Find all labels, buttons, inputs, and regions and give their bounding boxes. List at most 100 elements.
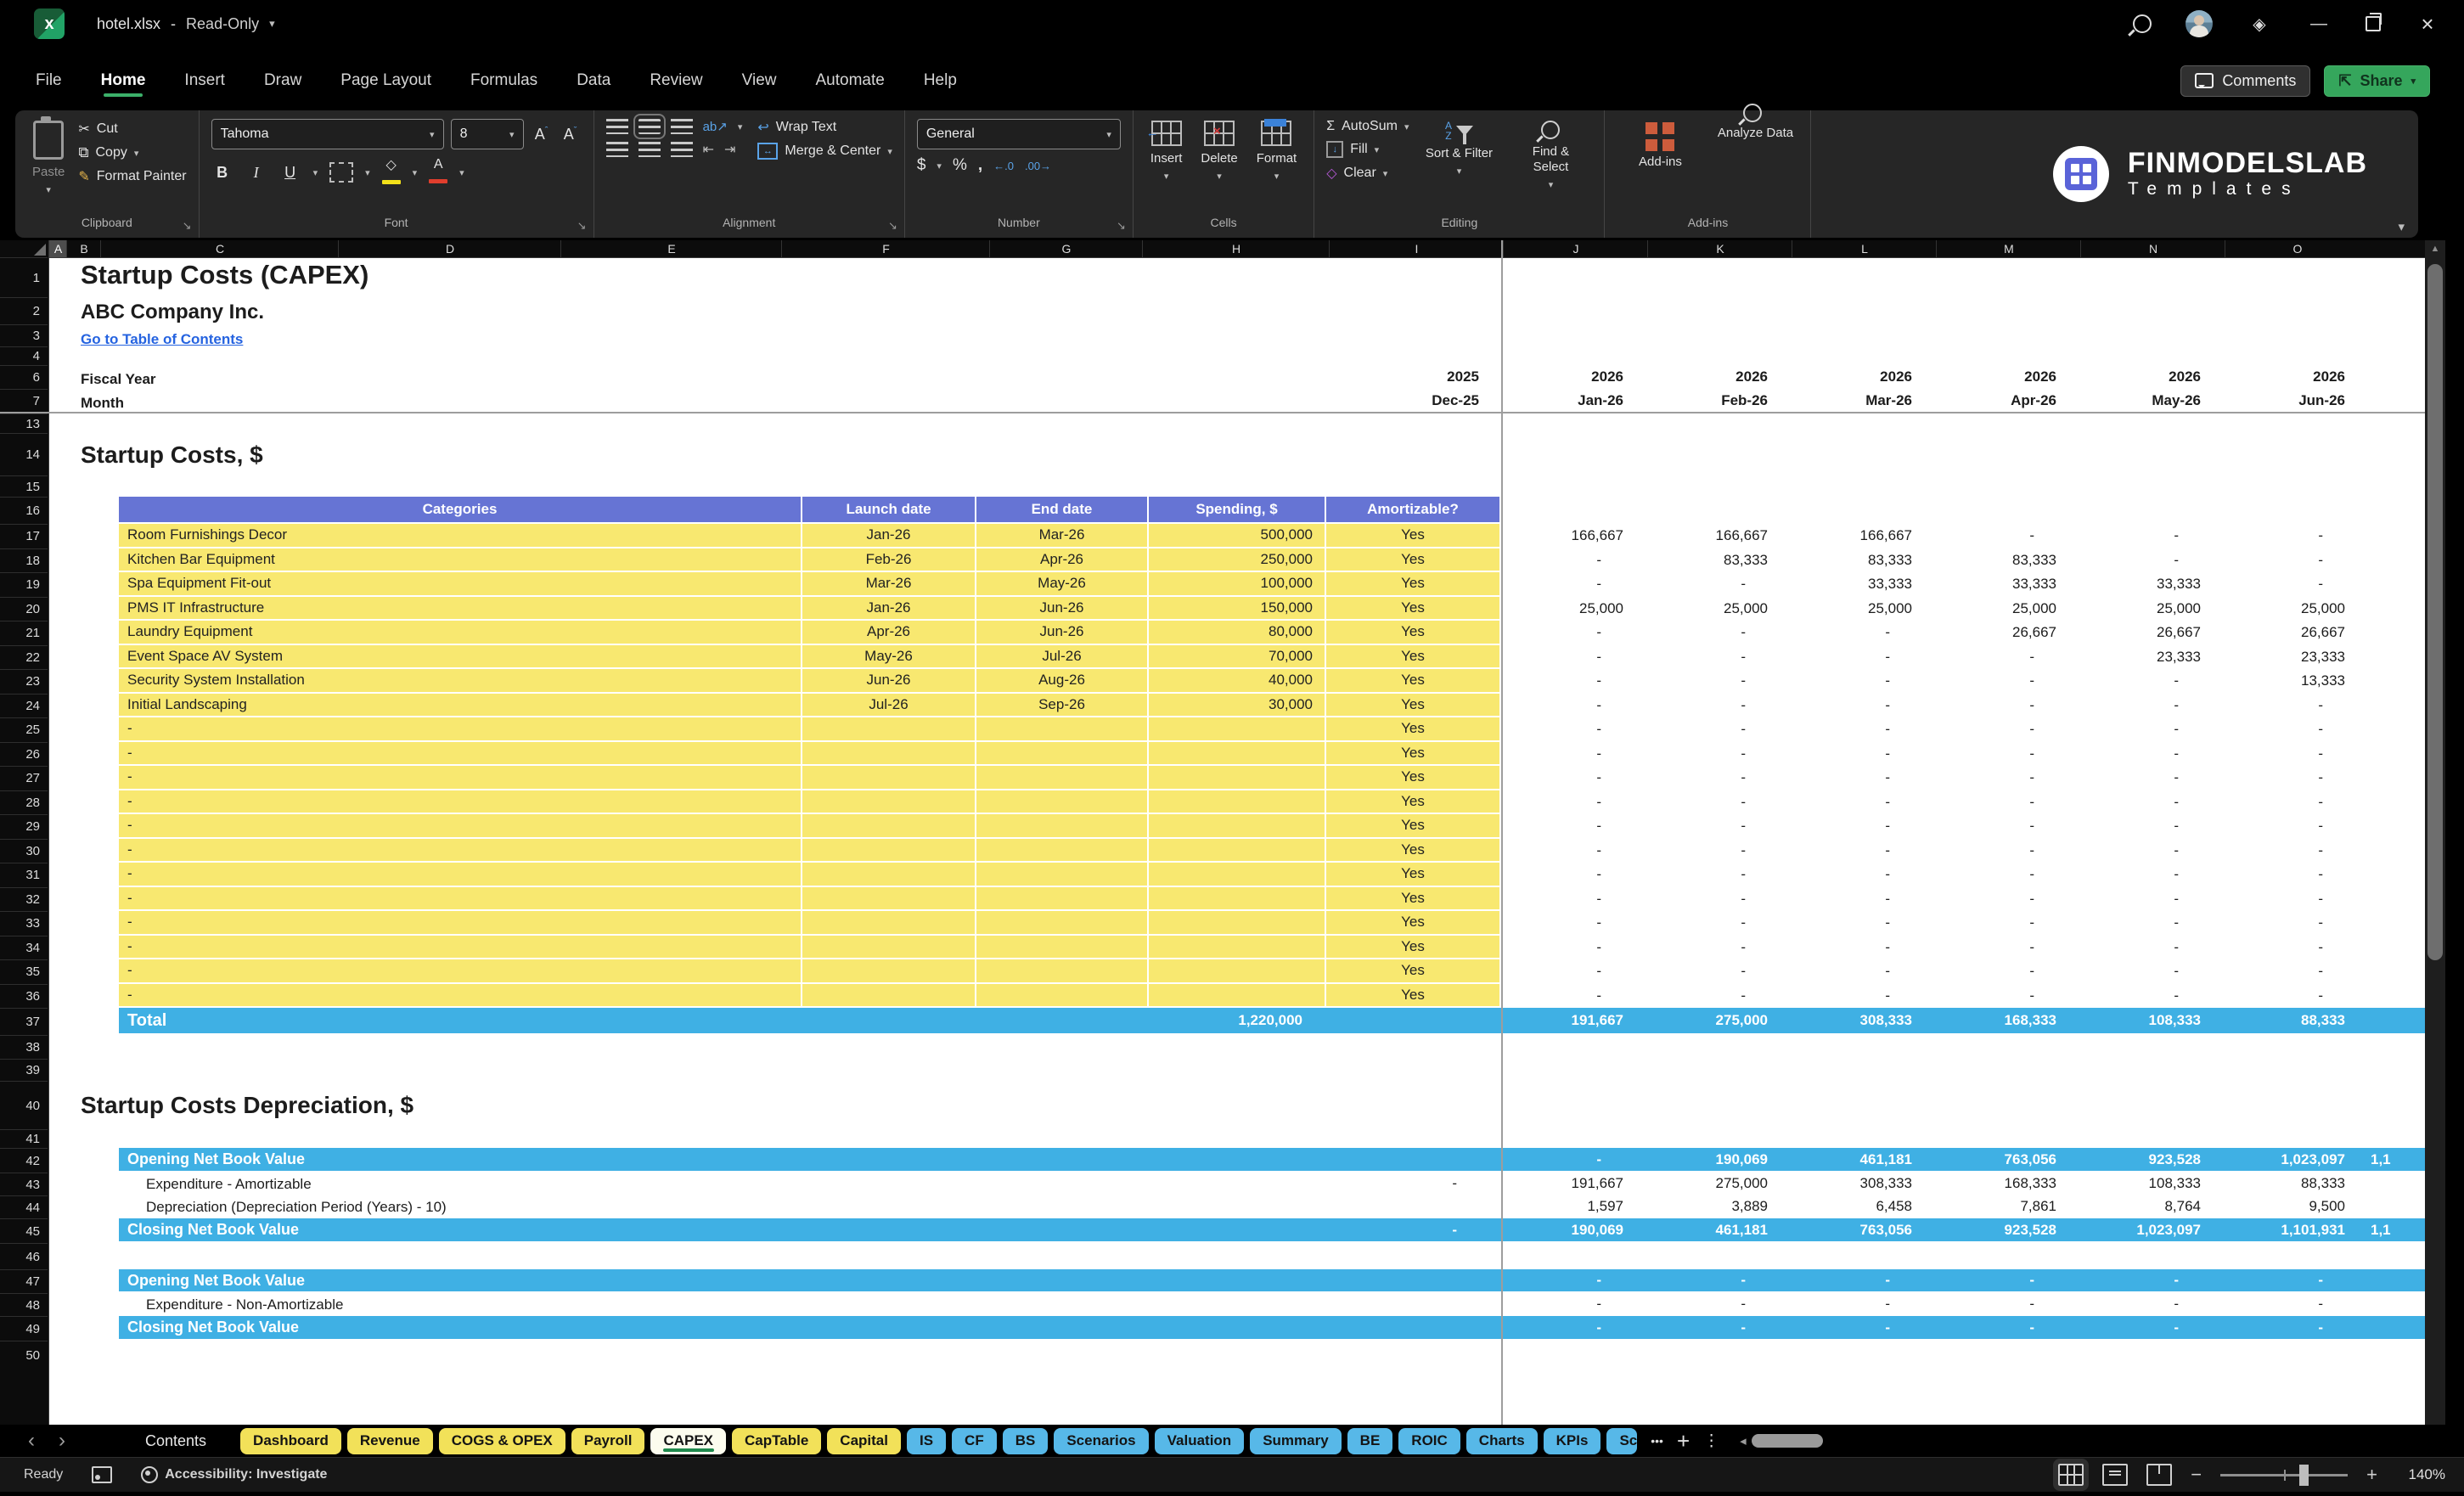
font-name-combo[interactable]: Tahoma▾ [211,119,444,149]
scroll-left-arrow-icon[interactable]: ◂ [1740,1433,1747,1448]
depreciation-row-label[interactable]: Expenditure - Non-Amortizable [146,1293,343,1316]
table-cell[interactable] [1149,863,1326,886]
monthly-value[interactable]: - [1788,694,1924,717]
row-header-36[interactable]: 36 [0,984,48,1009]
monthly-value[interactable]: - [1499,742,1635,766]
restore-button[interactable] [2366,16,2381,31]
shrink-font-button[interactable]: Aˇ [560,126,582,143]
row-header-34[interactable]: 34 [0,936,48,960]
table-cell[interactable] [802,814,976,838]
monthly-value[interactable]: 26,667 [2077,621,2213,644]
monthly-value[interactable]: 33,333 [2077,572,2213,596]
monthly-value[interactable]: - [2221,863,2357,886]
monthly-value[interactable]: - [1788,959,1924,983]
sheet-tab-charts[interactable]: Charts [1466,1428,1538,1454]
monthly-value[interactable]: - [2221,959,2357,983]
monthly-value[interactable]: - [1644,742,1780,766]
monthly-value[interactable]: 166,667 [1499,524,1635,548]
table-cell[interactable]: - [119,863,802,886]
depreciation-monthly-value[interactable]: 9,500 [2221,1195,2357,1217]
table-cell[interactable]: Yes [1326,959,1501,983]
table-cell[interactable] [976,911,1149,935]
depreciation-monthly-value[interactable]: 191,667 [1499,1173,1635,1194]
table-cell[interactable]: Yes [1326,645,1501,669]
depreciation-monthly-value[interactable]: - [2077,1316,2213,1339]
macro-record-icon[interactable] [92,1466,112,1483]
row-header-41[interactable]: 41 [0,1129,48,1148]
row-header-43[interactable]: 43 [0,1173,48,1195]
table-cell[interactable]: 70,000 [1149,645,1326,669]
monthly-value[interactable]: - [2221,548,2357,572]
monthly-value[interactable]: - [2221,572,2357,596]
align-top-button[interactable] [606,119,628,134]
table-cell[interactable]: Yes [1326,621,1501,644]
row-header-25[interactable]: 25 [0,717,48,742]
monthly-value[interactable]: - [1644,863,1780,886]
table-cell[interactable] [802,887,976,911]
menu-tab-help[interactable]: Help [922,66,959,95]
depreciation-monthly-value[interactable]: 308,333 [1788,1173,1924,1194]
depreciation-monthly-value[interactable]: - [2077,1293,2213,1314]
row-header-46[interactable]: 46 [0,1243,48,1269]
table-cell[interactable]: Yes [1326,911,1501,935]
row-header-35[interactable]: 35 [0,959,48,984]
underline-button[interactable]: U [279,164,301,182]
row-header-22[interactable]: 22 [0,645,48,670]
total-label[interactable]: Total [127,1008,166,1033]
table-cell[interactable] [976,790,1149,814]
monthly-value[interactable]: - [1644,936,1780,959]
zoom-out-button[interactable]: − [2191,1464,2202,1486]
table-cell[interactable]: Jun-26 [976,621,1149,644]
table-cell[interactable]: - [119,936,802,959]
depreciation-monthly-value[interactable]: 168,333 [1932,1173,2068,1194]
fiscal-year-value[interactable]: 2026 [1788,365,1924,389]
monthly-value[interactable]: - [1499,839,1635,863]
table-of-contents-link[interactable]: Go to Table of Contents [81,331,243,348]
menu-tab-view[interactable]: View [740,66,779,95]
table-cell[interactable] [802,839,976,863]
monthly-value[interactable]: - [1644,887,1780,911]
menu-tab-insert[interactable]: Insert [183,66,227,95]
table-cell[interactable]: Kitchen Bar Equipment [119,548,802,572]
bold-button[interactable]: B [211,164,233,182]
row-header-19[interactable]: 19 [0,572,48,597]
table-cell[interactable] [1149,790,1326,814]
month-value[interactable]: Feb-26 [1644,389,1780,413]
sheet-tab-capital[interactable]: Capital [827,1428,901,1454]
grow-font-button[interactable]: Aˆ [531,126,553,143]
month-value[interactable]: Mar-26 [1788,389,1924,413]
table-cell[interactable]: - [119,717,802,741]
month-value[interactable]: May-26 [2077,389,2213,413]
italic-button[interactable]: I [245,164,267,182]
table-cell[interactable]: 30,000 [1149,694,1326,717]
table-cell[interactable]: Spa Equipment Fit-out [119,572,802,596]
monthly-value[interactable]: - [2221,524,2357,548]
menu-tab-formulas[interactable]: Formulas [469,66,539,95]
fiscal-year-value[interactable]: 2025 [1355,365,1491,389]
table-cell[interactable]: Yes [1326,936,1501,959]
monthly-value[interactable]: 83,333 [1788,548,1924,572]
monthly-value[interactable]: - [1788,621,1924,644]
row-header-27[interactable]: 27 [0,766,48,790]
minimize-button[interactable]: — [2306,14,2332,34]
table-cell[interactable] [802,742,976,766]
column-header-I[interactable]: I [1329,240,1504,257]
sort-filter-button[interactable]: AZ Sort & Filter ▾ [1417,119,1500,179]
table-cell[interactable]: - [119,984,802,1008]
row-header-20[interactable]: 20 [0,597,48,621]
table-cell[interactable]: Jan-26 [802,524,976,548]
table-cell[interactable]: Jan-26 [802,597,976,621]
row-header-39[interactable]: 39 [0,1059,48,1081]
share-button[interactable]: ⇱ Share ▾ [2324,65,2430,97]
fill-color-button[interactable]: ◇ [382,156,401,188]
total-monthly[interactable]: 108,333 [2077,1008,2213,1033]
monthly-value[interactable]: - [1499,572,1635,596]
depreciation-frozen-value[interactable]: - [1355,1173,1491,1194]
premium-diamond-icon[interactable]: ◈ [2247,14,2272,35]
monthly-value[interactable]: - [1932,790,2068,814]
monthly-value[interactable]: - [1932,742,2068,766]
table-cell[interactable] [976,959,1149,983]
table-cell[interactable]: 250,000 [1149,548,1326,572]
cut-button[interactable]: ✂ Cut [78,121,186,138]
table-cell[interactable]: Yes [1326,694,1501,717]
